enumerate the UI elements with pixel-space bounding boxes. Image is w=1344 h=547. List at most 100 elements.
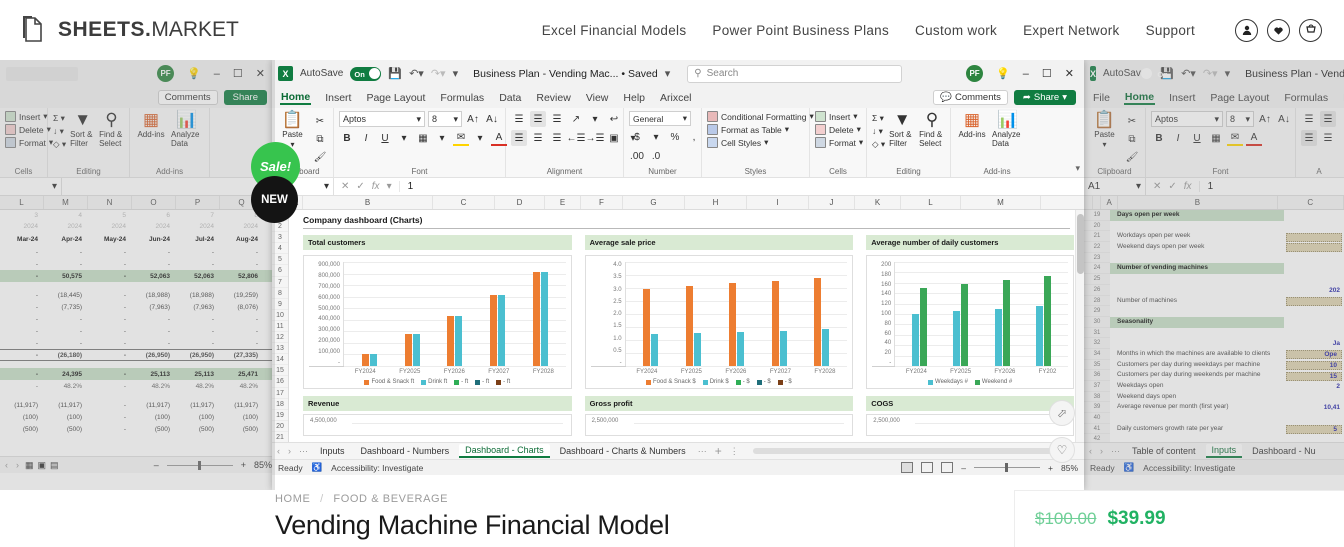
column-header[interactable]: H xyxy=(685,196,747,209)
row-header[interactable]: 21 xyxy=(272,432,288,442)
autosum-button-left[interactable]: Σ ▾ xyxy=(53,113,66,124)
ribbon-tab-file[interactable]: File xyxy=(1092,92,1111,104)
page-layout-view-icon[interactable] xyxy=(921,462,934,473)
orientation-chevron-icon[interactable]: ▾ xyxy=(587,111,603,127)
grid-left[interactable]: LMNOPQ 3 4 5 6 7 8 2024 2024 2024 2024 2024 2024 Mar… xyxy=(0,196,275,456)
confirm-formula-icon[interactable]: ✓ xyxy=(1168,181,1176,192)
undo-icon[interactable]: ↶▾ xyxy=(409,67,424,80)
format-as-table-button[interactable]: Format as Table ▾ xyxy=(707,124,814,135)
avatar[interactable]: PF xyxy=(966,65,984,82)
increase-font-size-icon[interactable]: A↑ xyxy=(465,111,481,127)
row-header[interactable]: 37 xyxy=(1084,381,1110,392)
align-center-icon[interactable]: ☰ xyxy=(530,130,546,146)
column-header[interactable]: G xyxy=(623,196,685,209)
zoom-slider-left[interactable] xyxy=(166,460,233,470)
row-header[interactable]: 41 xyxy=(1084,423,1110,435)
row-header[interactable]: 22 xyxy=(1084,242,1110,253)
percent-format-icon[interactable]: % xyxy=(667,129,683,145)
row-header[interactable]: 24 xyxy=(1084,263,1110,275)
copy-icon[interactable]: ⧉ xyxy=(312,131,328,147)
scroll-right-icon[interactable]: › xyxy=(14,460,21,470)
formula-content-right[interactable]: 1 xyxy=(1200,181,1214,192)
number-format-select[interactable]: General ▾ xyxy=(629,111,691,126)
more-sheets-icon[interactable]: ⋯ xyxy=(696,446,709,457)
row-header[interactable]: 28 xyxy=(1084,295,1110,307)
zoom-level[interactable]: 85% xyxy=(1061,463,1078,473)
autosum-button[interactable]: Σ ▾ xyxy=(872,113,885,124)
row-header[interactable]: 19 xyxy=(272,410,288,421)
sheet-tab-dashboard-charts[interactable]: Dashboard - Charts xyxy=(459,444,550,458)
format-painter-icon[interactable]: 🖌 xyxy=(1124,149,1140,165)
insert-button[interactable]: Insert ▾ xyxy=(815,111,863,122)
vertical-scrollbar-main[interactable] xyxy=(1075,210,1084,442)
currency-chevron-icon[interactable]: ▾ xyxy=(648,129,664,145)
all-sheets-icon[interactable]: ⋯ xyxy=(297,446,310,457)
maximize-button[interactable]: ☐ xyxy=(1042,67,1052,80)
cell-styles-button[interactable]: Cell Styles ▾ xyxy=(707,137,814,148)
row-header[interactable]: 29 xyxy=(1084,306,1110,317)
insert-function-icon[interactable]: fx xyxy=(1184,181,1192,192)
name-box-left[interactable]: ▾ xyxy=(0,178,62,195)
format-painter-icon[interactable]: 🖌 xyxy=(312,149,328,165)
excel-window-main[interactable]: X AutoSave On 💾 ↶▾ ↷▾ ▾ Business Plan - … xyxy=(272,60,1084,490)
column-header[interactable]: K xyxy=(855,196,901,209)
help-bulb-icon[interactable]: 💡 xyxy=(996,67,1010,80)
close-button[interactable]: ✕ xyxy=(1065,67,1074,80)
cart-icon[interactable] xyxy=(1299,18,1322,42)
row-header[interactable]: 39 xyxy=(1084,402,1110,414)
sheet-tab-dashboard-charts-numbers[interactable]: Dashboard - Charts & Numbers xyxy=(554,445,692,457)
row-header[interactable]: 9 xyxy=(272,299,288,310)
table-cell-value[interactable]: 10 xyxy=(1286,360,1342,370)
account-icon[interactable] xyxy=(1235,18,1258,42)
minimize-button[interactable]: – xyxy=(1023,68,1029,80)
decrease-decimal-icon[interactable]: .0 xyxy=(648,148,664,164)
excel-window-right[interactable]: X AutoSave On 💾 ↶▾ ↷▾ ▾ Business Plan - … xyxy=(1084,60,1344,490)
help-bulb-icon[interactable]: 💡 xyxy=(187,67,201,80)
page-break-view-icon[interactable] xyxy=(941,462,954,473)
row-header[interactable]: 34 xyxy=(1084,348,1110,360)
sheet-tab-dashboard-numbers[interactable]: Dashboard - Numbers xyxy=(355,445,456,457)
row-header[interactable]: 30 xyxy=(1084,316,1110,328)
align-top-icon[interactable]: ☰ xyxy=(511,111,527,127)
nav-item-custom-work[interactable]: Custom work xyxy=(915,23,997,38)
paste-button-right[interactable]: 📋 Paste ▾ xyxy=(1089,111,1120,150)
row-header[interactable]: 18 xyxy=(272,399,288,410)
find-select-button-left[interactable]: ⚲ Find & Select xyxy=(99,111,124,149)
minimize-button[interactable]: – xyxy=(214,68,220,80)
column-header[interactable]: J xyxy=(809,196,855,209)
zoom-slider[interactable] xyxy=(974,463,1041,472)
font-size-select[interactable]: 8 ▾ xyxy=(428,111,462,127)
fill-color-icon[interactable]: ✉ xyxy=(1227,130,1243,146)
decrease-indent-icon[interactable]: ←☰ xyxy=(567,130,586,146)
close-button[interactable]: ✕ xyxy=(256,67,265,80)
sheet-tab-table-of-content[interactable]: Table of content xyxy=(1126,445,1202,457)
ribbon-tab-home[interactable]: Home xyxy=(1123,91,1156,105)
delete-button[interactable]: Delete ▾ xyxy=(815,124,863,135)
cut-icon[interactable]: ✂ xyxy=(312,113,328,129)
customize-toolbar-icon[interactable]: ▾ xyxy=(453,67,459,80)
column-header[interactable]: D xyxy=(495,196,545,209)
orientation-icon[interactable]: ↗ xyxy=(568,111,584,127)
ribbon-tab-insert[interactable]: Insert xyxy=(324,92,352,104)
ribbon-tab-home[interactable]: Home xyxy=(280,91,312,105)
chart-plot-cogs[interactable]: 2,500,000 xyxy=(866,414,1074,436)
column-header[interactable]: L xyxy=(0,196,44,209)
add-sheet-icon[interactable]: + xyxy=(713,444,724,458)
column-header[interactable]: M xyxy=(44,196,88,209)
underline-icon[interactable]: U xyxy=(1189,130,1205,146)
ribbon-tab-help[interactable]: Help xyxy=(622,92,646,104)
scroll-left-icon[interactable]: ‹ xyxy=(275,446,282,456)
cancel-formula-icon[interactable]: ✕ xyxy=(1153,181,1161,192)
underline-chevron-icon[interactable]: ▾ xyxy=(396,130,412,146)
breadcrumb-category[interactable]: FOOD & BEVERAGE xyxy=(333,493,448,505)
nav-item-expert-network[interactable]: Expert Network xyxy=(1023,23,1119,38)
add-ins-button-left[interactable]: ▦ Add-ins xyxy=(135,111,167,140)
row-header[interactable]: 3 xyxy=(272,232,288,244)
fill-button-left[interactable]: ↓ ▾ xyxy=(53,126,66,137)
clear-button[interactable]: ◇ ▾ xyxy=(872,139,885,150)
row-header[interactable]: 25 xyxy=(1084,274,1110,285)
breadcrumb-home[interactable]: HOME xyxy=(275,493,310,505)
ribbon-tab-review[interactable]: Review xyxy=(535,92,571,104)
borders-chevron-icon[interactable]: ▾ xyxy=(434,130,450,146)
chart-plot-total-customers[interactable]: 900,000 800,000 700,000 600,000 500,000 400,0… xyxy=(303,255,572,389)
